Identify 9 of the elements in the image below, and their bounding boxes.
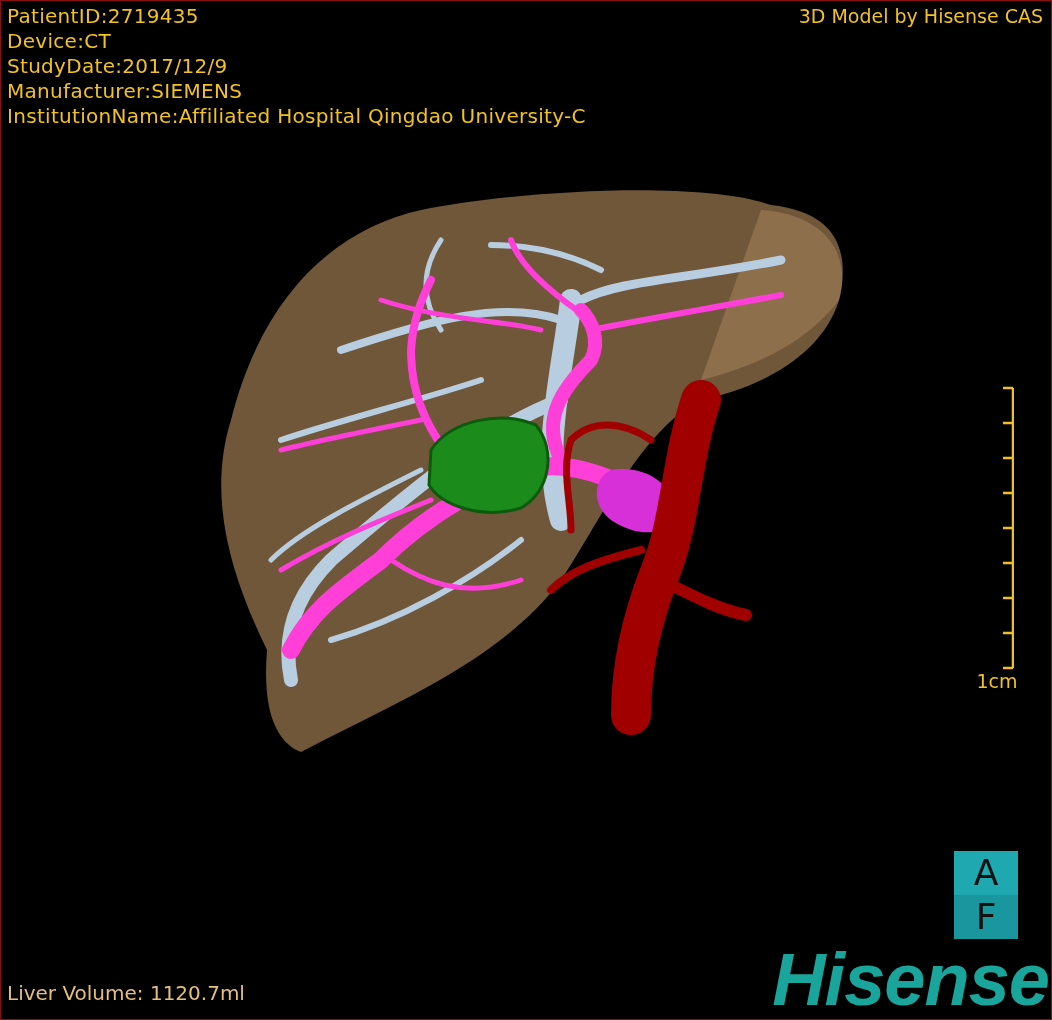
study-info-line: StudyDate:2017/12/9: [7, 54, 229, 79]
study-info-line: InstitutionName:Affiliated Hospital Qingdao University-C: [7, 104, 586, 129]
study-info-line: Device:CT: [7, 29, 113, 54]
brand-logo: Hisense: [772, 947, 1050, 1013]
study-info-line: Manufacturer:SIEMENS: [7, 79, 244, 104]
scale-label: 1cm: [976, 670, 1018, 692]
study-info-line: PatientID:2719435: [7, 4, 200, 29]
model-credit: 3D Model by Hisense CAS: [798, 4, 1043, 29]
liver-volume-text: Liver Volume: 1120.7ml: [6, 981, 245, 1007]
